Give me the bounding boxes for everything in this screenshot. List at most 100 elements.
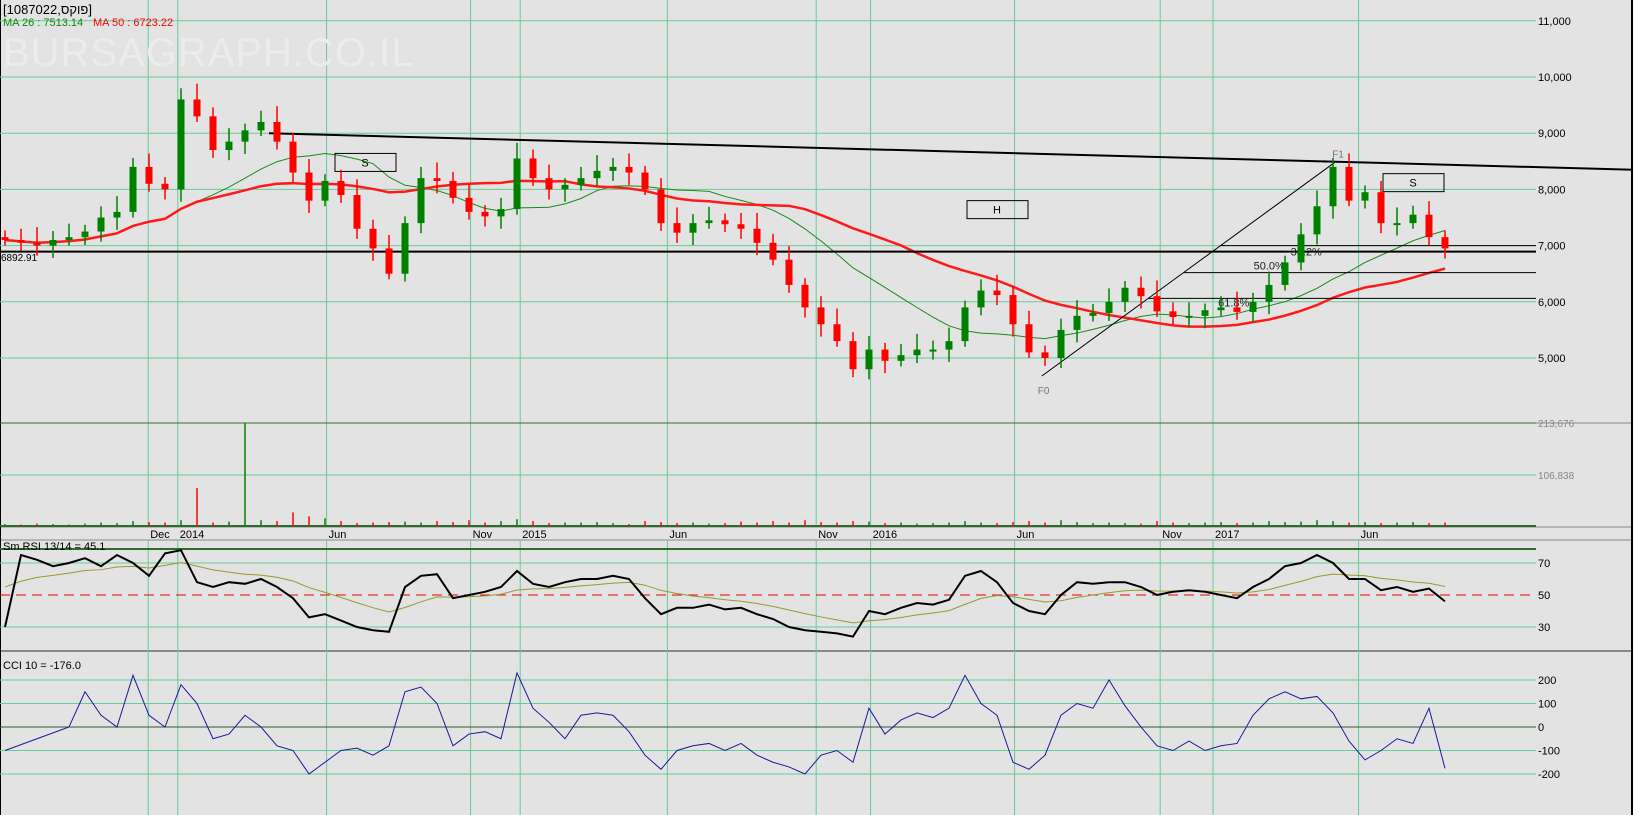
volume-tick-label: 106,838 bbox=[1538, 471, 1575, 482]
candle-down bbox=[753, 228, 761, 243]
cci-tick-label: 200 bbox=[1538, 675, 1556, 687]
candle-down bbox=[209, 116, 217, 151]
rsi-tick-label: 30 bbox=[1538, 622, 1550, 634]
candle-down bbox=[385, 248, 393, 274]
candle-down bbox=[801, 284, 809, 308]
candle-down bbox=[993, 290, 1001, 296]
x-tick-label: Jun bbox=[1361, 529, 1379, 541]
candle-down bbox=[337, 180, 345, 196]
candle-up bbox=[1185, 315, 1193, 318]
candle-down bbox=[529, 158, 537, 179]
candle-down bbox=[161, 183, 169, 190]
ma26-label: MA 26 : 7513.14 bbox=[3, 17, 84, 29]
candle-down bbox=[657, 189, 665, 224]
candle-down bbox=[545, 178, 553, 190]
fib-f1-label: F1 bbox=[1332, 149, 1344, 160]
candle-up bbox=[1121, 287, 1129, 302]
candle-up bbox=[913, 349, 921, 356]
chart-title: [1087022,פוקס] bbox=[3, 2, 92, 17]
candle-down bbox=[1009, 295, 1017, 325]
candle-up bbox=[897, 355, 905, 361]
candle-up bbox=[865, 349, 873, 370]
candle-down bbox=[817, 307, 825, 325]
candle-up bbox=[1313, 206, 1321, 235]
cci-line bbox=[4, 671, 1446, 775]
candle-down bbox=[849, 341, 857, 370]
candle-up bbox=[417, 178, 425, 224]
price-tick-label: 10,000 bbox=[1538, 72, 1572, 84]
x-tick-label: 2014 bbox=[180, 529, 204, 541]
candle-up bbox=[129, 166, 137, 212]
candle-up bbox=[81, 231, 89, 238]
price-tick-label: 6,000 bbox=[1538, 297, 1566, 309]
candle-up bbox=[1393, 223, 1401, 226]
candle-up bbox=[225, 141, 233, 151]
candle-up bbox=[1089, 313, 1097, 316]
candle-down bbox=[881, 349, 889, 361]
candle-down bbox=[353, 195, 361, 229]
candle-down bbox=[1137, 287, 1145, 297]
x-tick-label: Nov bbox=[818, 529, 838, 541]
cci-tick-label: 0 bbox=[1538, 722, 1544, 734]
x-tick-label: Jun bbox=[669, 529, 687, 541]
price-tick-label: 5,000 bbox=[1538, 353, 1566, 365]
candle-down bbox=[289, 141, 297, 173]
candle-down bbox=[433, 178, 441, 181]
rsi-signal-line bbox=[4, 562, 1446, 624]
cci-tick-label: 100 bbox=[1538, 699, 1556, 711]
fib-level-label: 50.0% bbox=[1254, 261, 1285, 273]
x-tick-label: 2015 bbox=[522, 529, 546, 541]
candle-down bbox=[625, 166, 633, 173]
candle-up bbox=[1409, 214, 1417, 224]
rsi-label: Sm.RSI 13/14 = 45.1 bbox=[3, 541, 106, 553]
candle-up bbox=[65, 237, 73, 240]
x-tick-label: 2017 bbox=[1215, 529, 1239, 541]
candle-up bbox=[241, 130, 249, 142]
candle-up bbox=[1073, 315, 1081, 330]
candle-up bbox=[177, 99, 185, 190]
candle-up bbox=[1329, 166, 1337, 207]
candle-down bbox=[785, 259, 793, 285]
candle-down bbox=[273, 121, 281, 142]
candle-down bbox=[305, 172, 313, 201]
candle-down bbox=[33, 242, 41, 246]
pattern-box-label: H bbox=[993, 205, 1001, 217]
candle-down bbox=[193, 99, 201, 117]
cci-tick-label: -200 bbox=[1538, 769, 1560, 781]
watermark: BURSAGRAPH.CO.IL bbox=[3, 31, 415, 75]
candle-down bbox=[721, 220, 729, 225]
candle-up bbox=[1201, 310, 1209, 316]
price-tick-label: 7,000 bbox=[1538, 241, 1566, 253]
candle-up bbox=[321, 180, 329, 201]
candle-up bbox=[49, 239, 57, 246]
fib-diagonal bbox=[1041, 160, 1337, 377]
candle-up bbox=[929, 349, 937, 352]
rsi-tick-label: 70 bbox=[1538, 558, 1550, 570]
pattern-box-label: S bbox=[1409, 178, 1416, 190]
price-tick-label: 9,000 bbox=[1538, 128, 1566, 140]
fib-level-label: 38.2% bbox=[1291, 247, 1322, 259]
candle-up bbox=[113, 211, 121, 218]
x-tick-label: Dec bbox=[150, 529, 170, 541]
candle-up bbox=[577, 178, 585, 185]
candle-down bbox=[1, 237, 9, 240]
candle-down bbox=[369, 228, 377, 249]
candle-up bbox=[513, 158, 521, 210]
candle-up bbox=[97, 217, 105, 232]
candle-down bbox=[145, 166, 153, 184]
candle-down bbox=[465, 197, 473, 212]
price-tick-label: 11,000 bbox=[1538, 16, 1571, 28]
candle-down bbox=[641, 172, 649, 190]
candle-up bbox=[1105, 301, 1113, 314]
candle-up bbox=[961, 307, 969, 342]
cci-tick-label: -100 bbox=[1538, 746, 1560, 758]
pattern-box-label: S bbox=[361, 157, 368, 169]
candle-down bbox=[1377, 192, 1385, 224]
candle-down bbox=[1025, 324, 1033, 353]
candle-down bbox=[1425, 214, 1433, 238]
candle-up bbox=[1265, 284, 1273, 302]
candle-up bbox=[1057, 329, 1065, 358]
candle-down bbox=[449, 180, 457, 198]
candle-up bbox=[977, 290, 985, 308]
candle-down bbox=[1153, 296, 1161, 312]
